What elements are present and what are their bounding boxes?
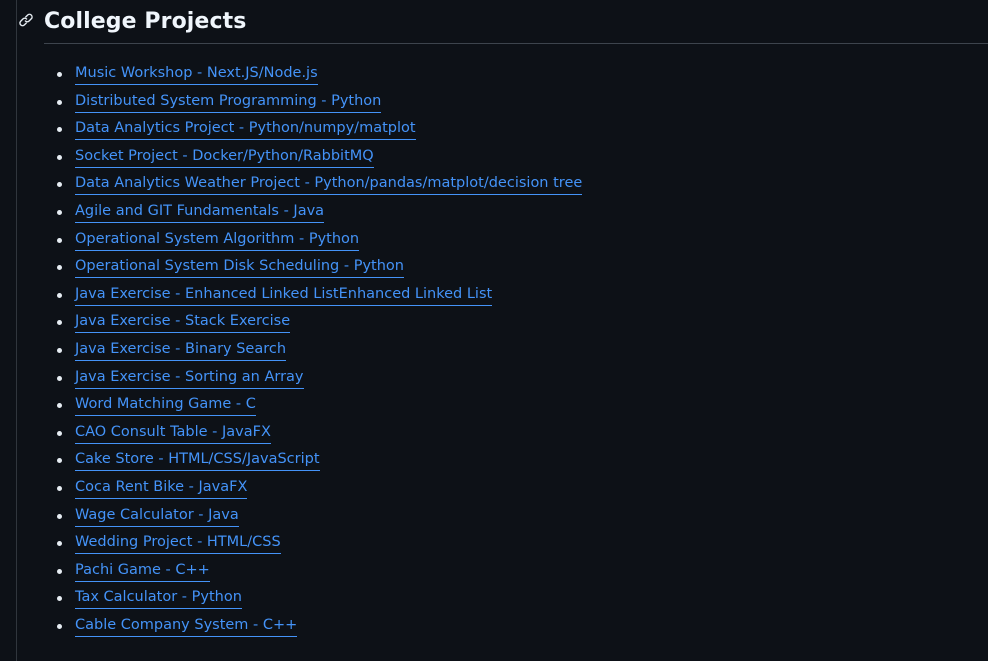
- project-link[interactable]: Cake Store - HTML/CSS/JavaScript: [75, 448, 320, 472]
- project-link[interactable]: Java Exercise - Stack Exercise: [75, 310, 291, 334]
- project-link[interactable]: Operational System Disk Scheduling - Pyt…: [75, 255, 404, 279]
- project-link[interactable]: Data Analytics Weather Project - Python/…: [75, 172, 583, 196]
- list-item: Java Exercise - Stack Exercise: [57, 310, 977, 338]
- list-item: Data Analytics Weather Project - Python/…: [57, 172, 977, 200]
- project-link[interactable]: Agile and GIT Fundamentals - Java: [75, 200, 325, 223]
- list-item: Operational System Algorithm - Python: [57, 228, 977, 256]
- project-link[interactable]: Java Exercise - Enhanced Linked ListEnha…: [75, 283, 493, 306]
- bullet-icon: [57, 596, 62, 602]
- bullet-icon: [57, 430, 62, 436]
- list-item: Tax Calculator - Python: [57, 586, 977, 614]
- project-link[interactable]: Java Exercise - Binary Search: [75, 338, 287, 361]
- project-link[interactable]: Cable Company System - C++: [75, 614, 298, 637]
- project-link[interactable]: CAO Consult Table - JavaFX: [75, 421, 271, 444]
- bullet-icon: [57, 209, 62, 215]
- project-link[interactable]: Tax Calculator - Python: [75, 586, 242, 610]
- page-title: College Projects: [44, 9, 247, 34]
- list-item: Wedding Project - HTML/CSS: [57, 531, 977, 559]
- project-link[interactable]: Java Exercise - Sorting an Array: [75, 366, 304, 389]
- project-list: Music Workshop - Next.JS/Node.js Distribu…: [57, 62, 977, 641]
- bullet-icon: [57, 182, 62, 188]
- project-link[interactable]: Wage Calculator - Java: [75, 504, 239, 527]
- project-link[interactable]: Music Workshop - Next.JS/Node.js: [75, 62, 318, 85]
- bullet-icon: [57, 347, 62, 353]
- list-item: Java Exercise - Binary Search: [57, 338, 977, 366]
- project-link[interactable]: Socket Project - Docker/Python/RabbitMQ: [75, 145, 374, 168]
- list-item: Coca Rent Bike - JavaFX: [57, 476, 977, 504]
- project-link[interactable]: Distributed System Programming - Python: [75, 90, 382, 113]
- bullet-icon: [57, 237, 62, 243]
- project-link[interactable]: Operational System Algorithm - Python: [75, 228, 360, 251]
- list-item: Music Workshop - Next.JS/Node.js: [57, 62, 977, 90]
- heading-divider: [44, 43, 988, 44]
- list-item: Word Matching Game - C: [57, 393, 977, 421]
- list-item: Wage Calculator - Java: [57, 504, 977, 532]
- project-link[interactable]: Word Matching Game - C: [75, 393, 256, 417]
- list-item: Java Exercise - Sorting an Array: [57, 366, 977, 394]
- bullet-icon: [57, 623, 62, 629]
- bullet-icon: [57, 541, 62, 547]
- project-link[interactable]: Coca Rent Bike - JavaFX: [75, 476, 248, 499]
- list-item: Agile and GIT Fundamentals - Java: [57, 200, 977, 228]
- list-item: Operational System Disk Scheduling - Pyt…: [57, 255, 977, 283]
- list-item: Cake Store - HTML/CSS/JavaScript: [57, 448, 977, 476]
- bullet-icon: [57, 127, 62, 133]
- left-border: [16, 0, 17, 661]
- list-item: Socket Project - Docker/Python/RabbitMQ: [57, 145, 977, 173]
- list-item: Distributed System Programming - Python: [57, 90, 977, 118]
- bullet-icon: [57, 458, 62, 464]
- project-link[interactable]: Wedding Project - HTML/CSS: [75, 531, 281, 555]
- bullet-icon: [57, 154, 62, 160]
- list-item: Data Analytics Project - Python/numpy/ma…: [57, 117, 977, 145]
- bullet-icon: [57, 403, 62, 409]
- project-link[interactable]: Pachi Game - C++: [75, 559, 210, 582]
- bullet-icon: [57, 72, 62, 77]
- bullet-icon: [57, 513, 62, 519]
- link-icon[interactable]: [18, 12, 36, 30]
- list-item: Pachi Game - C++: [57, 559, 977, 587]
- project-link[interactable]: Data Analytics Project - Python/numpy/ma…: [75, 117, 416, 141]
- bullet-icon: [57, 485, 62, 491]
- bullet-icon: [57, 292, 62, 298]
- bullet-icon: [57, 265, 62, 271]
- bullet-icon: [57, 99, 62, 105]
- section-heading: College Projects: [18, 6, 988, 44]
- bullet-icon: [57, 568, 62, 574]
- bullet-icon: [57, 375, 62, 381]
- list-item: Cable Company System - C++: [57, 614, 977, 642]
- list-item: Java Exercise - Enhanced Linked ListEnha…: [57, 283, 977, 311]
- bullet-icon: [57, 320, 62, 326]
- list-item: CAO Consult Table - JavaFX: [57, 421, 977, 449]
